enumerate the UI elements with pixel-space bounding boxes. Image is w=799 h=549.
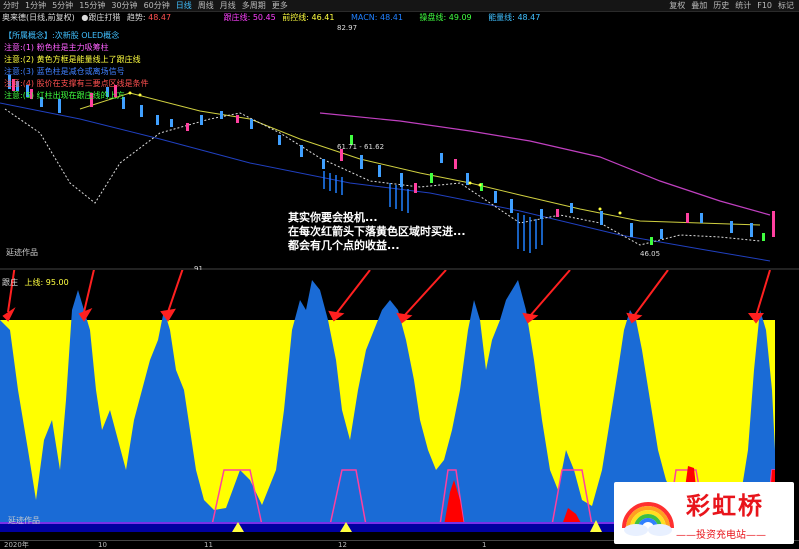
axis-tick: 12 [338,541,347,549]
caption-line: 都会有几个点的收益... [288,239,400,252]
price-high-label: 82.97 [337,24,358,32]
caption-line: 在每次红箭头下落黄色区域时买进... [288,225,466,238]
period-tab-weekly[interactable]: 周线 [195,0,217,12]
f10-button[interactable]: F10 [754,0,775,12]
period-tab-intraday[interactable]: 分时 [0,0,22,12]
energy-line-label: 能量线: [488,13,515,22]
legend-item: 注意:(2) 黄色方框是能量线上了跟庄线 [4,55,141,64]
trend-label: 趋势: [126,13,146,22]
period-tab-60min[interactable]: 60分钟 [141,0,173,12]
period-tab-more[interactable]: 更多 [269,0,291,12]
follow-line-label: 跟庄线: [223,13,251,22]
legend-item: 注意:(1) 粉色柱是主力吸筹柱 [4,43,109,52]
axis-tick: 11 [204,541,213,549]
mark-button[interactable]: 标记 [775,0,797,12]
statistics-button[interactable]: 统计 [732,0,754,12]
period-tab-multi[interactable]: 多周期 [239,0,269,12]
legend-item: 注意:(3) 蓝色柱是减仓或离场信号 [4,67,125,76]
legend-item: 【所属概念】:次新股 OLED概念 [4,31,120,40]
stock-name: 奥来德(日线,前复权) [2,13,75,22]
watermark-brand: 彩虹桥 [686,491,764,520]
watermark-subtitle: ——投资充电站—— [676,530,766,541]
period-tab-daily[interactable]: 日线 [173,0,195,12]
author-label: 延迹作品 [6,248,38,257]
author-label-bottom: 延迹作品 [8,516,40,525]
period-tab-monthly[interactable]: 月线 [217,0,239,12]
macn-value: 48.41 [380,13,403,22]
overlay-button[interactable]: 叠加 [688,0,710,12]
price-label-a: 61.71 - 61.62 [337,143,385,151]
front-line-label: 前控线: [282,13,309,22]
indicator-upper-line: 上线: 95.00 [24,278,69,287]
stock-chart-app: 分时 1分钟 5分钟 15分钟 30分钟 60分钟 日线 周线 月线 多周期 更… [0,0,799,549]
axis-tick: 10 [98,541,107,549]
trend-value: 48.47 [148,13,172,22]
period-tab-1min[interactable]: 1分钟 [22,0,49,12]
indicator-status-line: 奥来德(日线,前复权) ●跟庄打猎 趋势: 48.47 跟庄线: 50.45 前… [2,12,544,23]
trade-line-value: 49.09 [448,13,472,22]
price-label-b: 46.05 [640,250,661,258]
legend-item: 注意:(5) 红柱出现在跟庄线的上方 [4,91,125,100]
formula-name[interactable]: ●跟庄打猎 [81,13,120,22]
trade-line-label: 操盘线: [419,13,447,22]
annotation-caption: 其实你要会投机... 在每次红箭头下落黄色区域时买进... 都会有几个点的收益.… [288,211,466,253]
period-tab-5min[interactable]: 5分钟 [49,0,76,12]
fuquan-button[interactable]: 复权 [666,0,688,12]
axis-tick: 1 [482,541,487,549]
period-tab-15min[interactable]: 15分钟 [76,0,108,12]
energy-line-value: 48.47 [517,13,541,22]
period-toolbar: 分时 1分钟 5分钟 15分钟 30分钟 60分钟 日线 周线 月线 多周期 更… [0,0,799,12]
caption-line: 其实你要会投机... [288,211,378,224]
rainbow-logo [622,502,674,536]
indicator-name: 跟庄 [2,278,18,287]
indicator-label: 跟庄 上线: 95.00 [2,277,69,288]
watermark: 彩虹桥 ——投资充电站—— [614,482,794,544]
legend: 【所属概念】:次新股 OLED概念 注意:(1) 粉色柱是主力吸筹柱 注意:(2… [4,30,149,102]
history-button[interactable]: 历史 [710,0,732,12]
right-toolbar: 复权 叠加 历史 统计 F10 标记 [666,0,797,12]
follow-line-value: 50.45 [252,13,276,22]
axis-tick: 2020年 [4,541,29,549]
macn-label: MACN: [350,13,378,22]
period-tab-30min[interactable]: 30分钟 [108,0,140,12]
front-line-value: 46.41 [311,13,335,22]
legend-item: 注意:(4) 股价在支撑有三要点区线是条件 [4,79,149,88]
